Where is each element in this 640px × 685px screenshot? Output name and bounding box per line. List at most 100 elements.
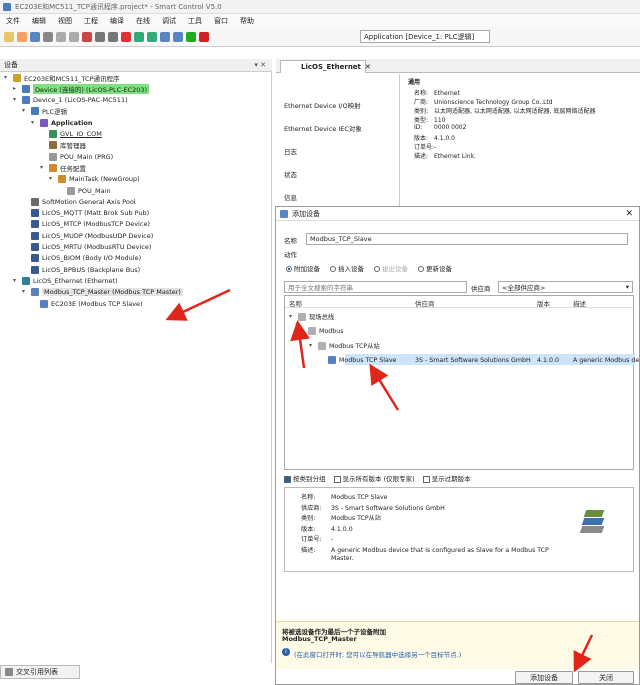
catalog-item[interactable]: ▾ Modbus	[299, 326, 344, 337]
build-icon[interactable]	[147, 31, 157, 42]
tree-node[interactable]: ▾ Application	[31, 117, 92, 128]
login-icon[interactable]	[160, 31, 170, 42]
save-icon[interactable]	[30, 31, 40, 42]
menu-item[interactable]: 文件	[6, 16, 20, 26]
menu-item[interactable]: 视图	[58, 16, 72, 26]
pin-icon[interactable]: ▾ ✕	[254, 61, 266, 69]
copy-icon[interactable]	[95, 31, 105, 42]
search-input[interactable]: 用于全文搜索的字符串	[284, 281, 467, 293]
menu-item[interactable]: 窗口	[214, 16, 228, 26]
action-radio-3[interactable]: 更新设备	[418, 263, 452, 273]
undo-icon[interactable]	[56, 31, 66, 42]
expand-icon[interactable]	[22, 267, 28, 273]
menu-item[interactable]: 编辑	[32, 16, 46, 26]
add-device-button[interactable]: 添加设备	[515, 671, 573, 684]
tab-licos-ethernet[interactable]: LicOS_Ethernet ✕	[280, 60, 371, 73]
tree-node[interactable]: LicOS_MRTU (ModbusRTU Device)	[22, 242, 151, 253]
tree-node[interactable]: LicOS_MQTT (Matt Brok Sub Pub)	[22, 208, 149, 219]
expand-icon[interactable]	[22, 210, 28, 216]
expand-icon[interactable]: ▾	[289, 313, 295, 320]
expand-icon[interactable]: ▾	[40, 164, 46, 171]
expand-icon[interactable]	[319, 357, 325, 363]
cross-reference-tab[interactable]: 交叉引用列表	[0, 665, 80, 679]
tree-node[interactable]: LicOS_MUDP (ModbusUDP Device)	[22, 230, 153, 241]
tree-node[interactable]: ▾ Modbus_TCP_Master (Modbus TCP Master)	[22, 287, 183, 298]
catalog-item[interactable]: Modbus TCP Slave	[319, 355, 396, 366]
expand-icon[interactable]	[22, 255, 28, 261]
tree-node[interactable]: POU_Main (PRG)	[40, 151, 113, 162]
tree-node[interactable]: 库管理器	[40, 140, 86, 151]
side-menu-item[interactable]: 日志	[284, 146, 297, 156]
action-radio-2[interactable]: 拔出设备	[374, 263, 408, 273]
tree-node[interactable]: ▾ Device_1 (LicOS-PAC-MC511)	[13, 95, 128, 106]
cut-icon[interactable]	[82, 31, 92, 42]
tree-node[interactable]: LicOS_MTCP (ModbusTCP Device)	[22, 219, 150, 230]
redo-icon[interactable]	[69, 31, 79, 42]
menu-item[interactable]: 工程	[84, 16, 98, 26]
application-select[interactable]: Application [Device_1: PLC逻辑]	[360, 30, 490, 43]
open-icon[interactable]	[17, 31, 27, 42]
find-icon[interactable]	[134, 31, 144, 42]
menu-item[interactable]: 在线	[136, 16, 150, 26]
expand-icon[interactable]: ▾	[22, 289, 28, 295]
side-menu-item[interactable]: 状态	[284, 169, 297, 179]
tree-node[interactable]: ▾ MainTask (NewGroup)	[49, 174, 140, 185]
side-menu-item[interactable]: 信息	[284, 192, 297, 202]
device-name-field[interactable]: Modbus_TCP_Slave	[306, 233, 628, 245]
expand-icon[interactable]	[40, 131, 46, 137]
action-radio-0[interactable]: 附加设备	[286, 263, 320, 273]
tree-node[interactable]: ▾ PLC逻辑	[22, 106, 67, 117]
tree-node[interactable]: ▾ 任务配置	[40, 162, 86, 173]
close-icon[interactable]: ✕	[365, 63, 371, 71]
tree-node[interactable]: ▾ EC203E和MC511_TCP通讯程序	[4, 72, 120, 83]
expand-icon[interactable]	[22, 199, 28, 205]
run-icon[interactable]	[186, 31, 196, 42]
expand-icon[interactable]: ▾	[4, 74, 10, 81]
expand-icon[interactable]	[22, 233, 28, 239]
close-button[interactable]: 关闭	[578, 671, 634, 684]
side-menu-item[interactable]: Ethernet Device IEC对象	[284, 123, 362, 133]
expand-icon[interactable]: ▾	[13, 277, 19, 284]
tree-node[interactable]: SoftMotion General Axis Pool	[22, 196, 136, 207]
paste-icon[interactable]	[108, 31, 118, 42]
expand-icon[interactable]: ▾	[31, 119, 37, 126]
tree-node[interactable]: ▾ LicOS_Ethernet (Ethernet)	[13, 275, 118, 286]
expand-icon[interactable]	[31, 301, 37, 307]
filter-checkbox-2[interactable]: 显示过期版本	[422, 473, 471, 483]
action-radio-1[interactable]: 插入设备	[330, 263, 364, 273]
expand-icon[interactable]	[40, 154, 46, 160]
catalog-folder-icon	[308, 327, 316, 335]
expand-icon[interactable]	[58, 188, 64, 194]
menu-item[interactable]: 工具	[188, 16, 202, 26]
tree-node[interactable]: POU_Main	[58, 185, 111, 196]
print-icon[interactable]	[43, 31, 53, 42]
catalog-item[interactable]: ▾ 现场总线	[289, 311, 334, 322]
side-menu-item[interactable]: Ethernet Device I/O映射	[284, 100, 361, 110]
menu-item[interactable]: 调试	[162, 16, 176, 26]
vendor-select[interactable]: <全部供应商> ▾	[498, 281, 633, 293]
tree-node[interactable]: LicOS_BIOM (Body I/O Module)	[22, 253, 141, 264]
filter-checkbox-0[interactable]: 按类别分组	[284, 473, 326, 483]
filter-checkbox-1[interactable]: 显示所有版本 (仅限专家)	[333, 473, 415, 483]
expand-icon[interactable]: ▸	[13, 85, 19, 92]
tree-node[interactable]: LicOS_BPBUS (Backplane Bus)	[22, 264, 140, 275]
delete-icon[interactable]	[121, 31, 131, 42]
stop-icon[interactable]	[199, 31, 209, 42]
expand-icon[interactable]: ▾	[13, 97, 19, 103]
menu-item[interactable]: 编译	[110, 16, 124, 26]
expand-icon[interactable]	[22, 244, 28, 250]
expand-icon[interactable]: ▾	[22, 108, 28, 114]
new-icon[interactable]	[4, 31, 14, 42]
expand-icon[interactable]: ▾	[49, 176, 55, 182]
catalog-item[interactable]: ▾ Modbus TCP从站	[309, 340, 380, 351]
logout-icon[interactable]	[173, 31, 183, 42]
expand-icon[interactable]: ▾	[309, 342, 315, 349]
menu-item[interactable]: 帮助	[240, 16, 254, 26]
expand-icon[interactable]	[22, 221, 28, 227]
tree-node[interactable]: EC203E (Modbus TCP Slave)	[31, 298, 143, 309]
tree-node[interactable]: GVL_IO_COM	[40, 129, 102, 140]
tree-node[interactable]: ▸ Device (连接的) (LicOS-PLC-EC203)	[13, 83, 150, 94]
expand-icon[interactable]	[40, 142, 46, 148]
close-icon[interactable]: ✕	[625, 209, 633, 219]
expand-icon[interactable]: ▾	[299, 328, 305, 334]
